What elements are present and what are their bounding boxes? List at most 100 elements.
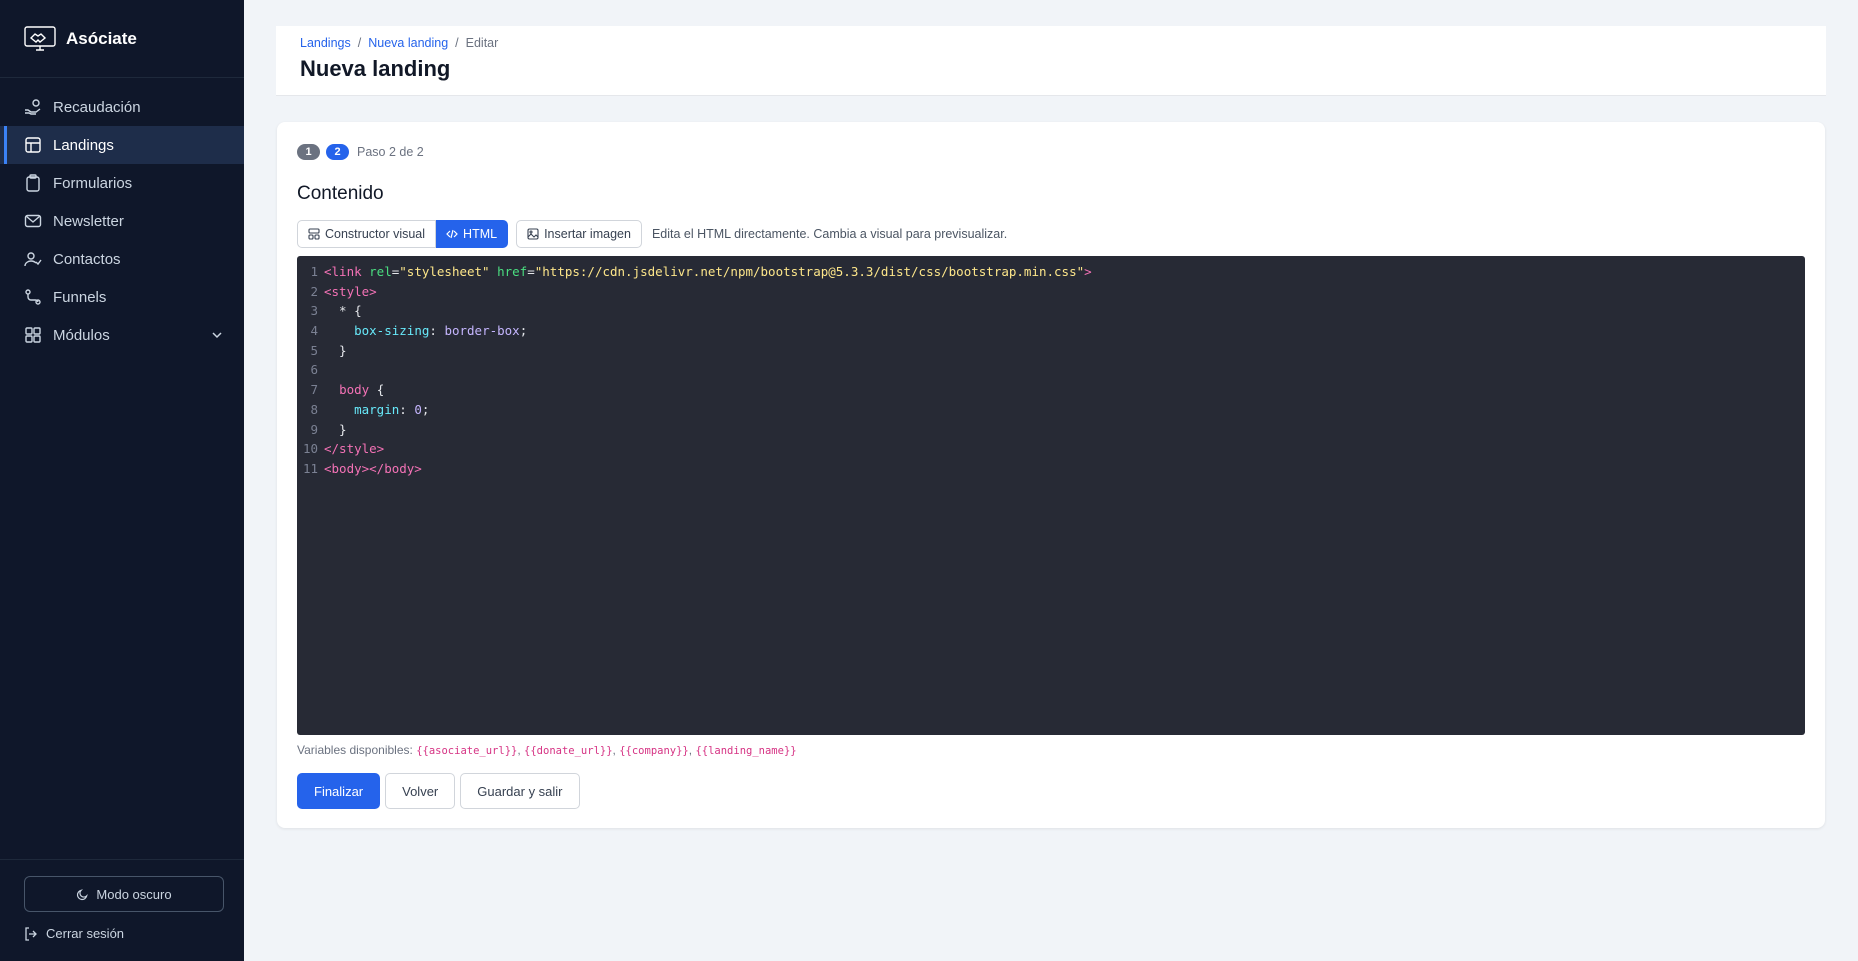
code-token: "stylesheet" (399, 264, 490, 279)
sidebar-item-formularios[interactable]: Formularios (0, 164, 244, 202)
code-token: > (1084, 264, 1092, 279)
sidebar-item-label: Newsletter (53, 212, 124, 230)
code-token: : (399, 401, 415, 417)
sidebar-nav: Recaudación Landings Formularios Newslet… (0, 78, 244, 354)
insert-image-button[interactable]: Insertar imagen (516, 220, 642, 248)
code-line-content: </style> (324, 439, 384, 459)
line-number: 9 (310, 421, 318, 437)
editor-toolbar: Constructor visual HTML Insertar imagen … (297, 220, 1805, 248)
breadcrumb-separator: / (455, 36, 459, 50)
user-check-icon (24, 252, 42, 267)
sidebar-item-newsletter[interactable]: Newsletter (0, 202, 244, 240)
breadcrumb-link-landings[interactable]: Landings (300, 36, 351, 50)
sidebar-item-contactos[interactable]: Contactos (0, 240, 244, 278)
code-line[interactable]: 10 </style> (297, 439, 1805, 459)
chevron-down-icon (212, 332, 222, 339)
code-line[interactable]: 3 * { (297, 301, 1805, 321)
step-badge-done[interactable]: 1 (297, 144, 320, 160)
brand[interactable]: Asóciate (0, 0, 244, 78)
variable-token: {{donate_url}} (524, 745, 613, 757)
editor-hint: Edita el HTML directamente. Cambia a vis… (651, 227, 1008, 241)
code-line-content: } (324, 341, 347, 361)
code-token: 0 (414, 401, 422, 417)
finish-button[interactable]: Finalizar (297, 773, 381, 809)
code-token: "https://cdn.jsdelivr.net/npm/bootstrap@… (534, 264, 1085, 279)
hand-coin-icon (25, 99, 41, 115)
code-token: <body></body> (324, 460, 422, 476)
line-number: 10 (302, 441, 318, 457)
handshake-monitor-icon (24, 25, 56, 51)
html-code-editor[interactable]: 1 <link rel="stylesheet" href="https://cd… (297, 256, 1805, 735)
back-button[interactable]: Volver (385, 773, 456, 809)
logout-icon (25, 926, 37, 941)
code-line[interactable]: 4 box-sizing: border-box; (297, 321, 1805, 341)
code-token: : (429, 323, 445, 339)
logout-link[interactable]: Cerrar sesión (24, 926, 224, 941)
step-text: Paso 2 de 2 (357, 145, 424, 159)
code-token: ; (519, 323, 528, 339)
code-token: margin (354, 401, 400, 417)
sidebar-item-modulos[interactable]: Módulos (0, 316, 244, 354)
grid-icon (25, 327, 41, 343)
dark-mode-button[interactable]: Modo oscuro (24, 876, 224, 912)
insert-image-label: Insertar imagen (544, 227, 631, 241)
code-line[interactable]: 2 <style> (297, 282, 1805, 302)
line-number: 3 (310, 303, 318, 319)
sidebar-item-label: Formularios (53, 174, 133, 192)
variable-token: {{company}} (619, 745, 689, 757)
html-mode-button[interactable]: HTML (436, 220, 509, 248)
sidebar-item-label: Módulos (53, 326, 110, 344)
step-badge-current: 2 (326, 144, 349, 160)
line-number: 4 (310, 323, 318, 339)
code-line[interactable]: 9 } (297, 420, 1805, 440)
html-mode-label: HTML (463, 227, 498, 241)
sidebar-item-recaudacion[interactable]: Recaudación (0, 88, 244, 126)
breadcrumb-separator: / (357, 36, 362, 50)
sidebar-item-label: Recaudación (53, 98, 141, 116)
code-line[interactable]: 8 margin: 0; (297, 400, 1805, 420)
code-token: border-box (444, 323, 520, 339)
dark-mode-label: Modo oscuro (96, 886, 172, 902)
breadcrumb-current: Editar (465, 36, 499, 50)
code-token: } (324, 421, 347, 437)
app-name: Asóciate (66, 28, 137, 48)
code-token: body (339, 382, 370, 398)
code-token: href (497, 264, 528, 279)
code-token: = (527, 264, 535, 279)
breadcrumb-link-nueva-landing[interactable]: Nueva landing (368, 36, 448, 50)
save-exit-button[interactable]: Guardar y salir (460, 773, 580, 809)
sidebar-item-landings[interactable]: Landings (0, 126, 244, 164)
editor-card: 1 2 Paso 2 de 2 Contenido Constructor vi… (277, 122, 1825, 828)
line-number: 6 (310, 362, 318, 378)
sidebar-item-label: Funnels (53, 288, 107, 306)
line-number: 1 (310, 264, 318, 279)
sidebar-item-funnels[interactable]: Funnels (0, 278, 244, 316)
code-line[interactable]: 1 <link rel="stylesheet" href="https://cd… (297, 262, 1805, 282)
line-number: 8 (310, 401, 318, 417)
logout-label: Cerrar sesión (46, 926, 125, 941)
code-line-content: <link rel="stylesheet" href="https://cdn… (324, 262, 1092, 282)
breadcrumb: Landings / Nueva landing / Editar (300, 36, 1802, 50)
code-token: } (324, 342, 347, 358)
code-line-content: <style> (324, 282, 377, 302)
code-line[interactable]: 7 body { (297, 380, 1805, 400)
visual-builder-button[interactable]: Constructor visual (297, 220, 437, 248)
clipboard-icon (26, 174, 40, 192)
code-token: <style> (324, 283, 377, 299)
code-token: rel (369, 264, 392, 279)
mail-icon (24, 214, 42, 228)
code-line[interactable]: 11 <body></body> (297, 459, 1805, 479)
layout-template-icon (308, 228, 320, 240)
code-token: box-sizing (354, 323, 430, 339)
code-line-content: } (324, 420, 347, 440)
code-line[interactable]: 5 } (297, 341, 1805, 361)
code-line[interactable]: 6 (297, 360, 1805, 380)
line-number: 11 (302, 460, 318, 476)
code-icon (446, 229, 458, 239)
code-token: <link (324, 264, 370, 279)
route-icon (25, 289, 41, 305)
editor-mode-toggle: Constructor visual HTML (297, 220, 509, 248)
